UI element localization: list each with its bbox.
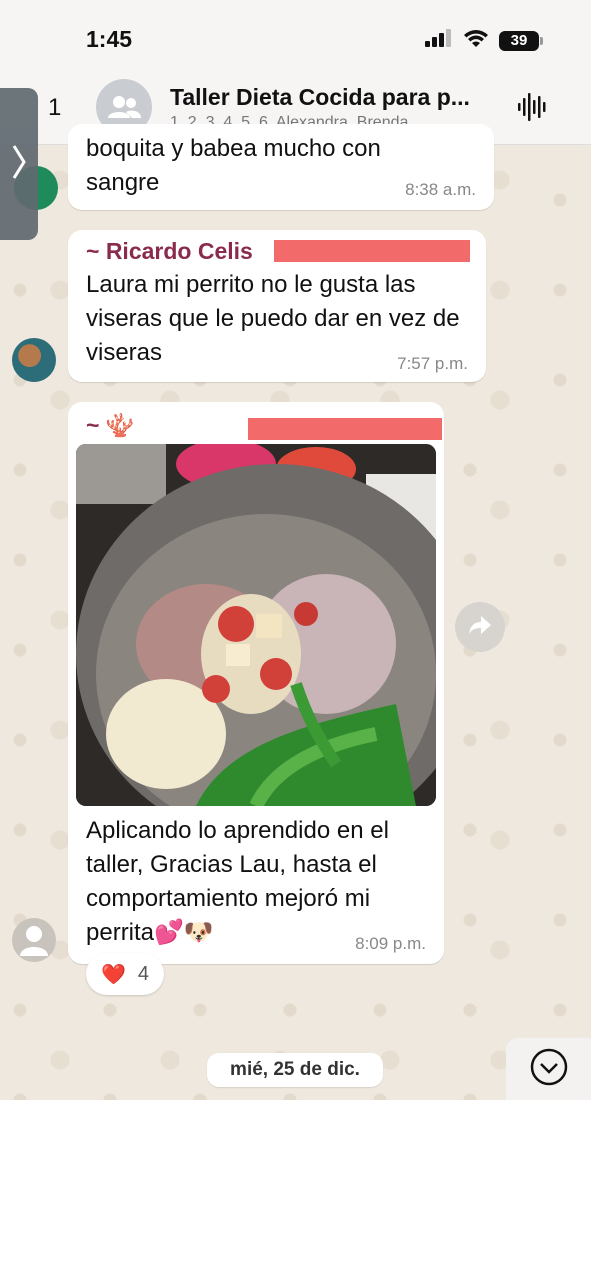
food-photo[interactable] [76, 444, 436, 806]
reaction-pill[interactable]: ❤️ 4 [86, 953, 164, 995]
side-panel-tab[interactable] [0, 88, 38, 240]
redaction-bar [274, 240, 470, 262]
wifi-icon [463, 28, 489, 53]
redaction-bar [248, 418, 442, 440]
reaction-count: 4 [137, 962, 150, 985]
status-time: 1:45 [86, 26, 133, 52]
forward-icon [467, 614, 493, 641]
chevron-right-icon [11, 142, 27, 187]
chevron-down-icon [530, 1048, 568, 1091]
message-time: 7:57 p.m. [397, 354, 468, 373]
message-bubble[interactable]: ~ 🪸 Aplicando lo aprendido en el taller,… [68, 402, 444, 964]
status-bar: 1:45 39 [0, 0, 591, 70]
forward-button[interactable] [455, 602, 505, 652]
sender-avatar[interactable] [12, 918, 56, 962]
date-separator: mié, 25 de dic. [207, 1053, 383, 1087]
message-bubble[interactable]: ~ Ricardo Celis Laura mi perrito no le g… [68, 230, 486, 382]
message-time: 8:09 p.m. [355, 934, 426, 953]
sender-avatar[interactable] [12, 338, 56, 382]
message-caption: Aplicando lo aprendido en el taller, Gra… [86, 817, 389, 946]
sender-name[interactable]: ~ Ricardo Celis [86, 238, 253, 265]
battery-icon: 39 [499, 30, 543, 51]
sender-name[interactable]: ~ 🪸 [86, 412, 134, 439]
message-text-line: sangre [86, 169, 160, 196]
status-icons: 39 [425, 28, 543, 53]
reaction-emoji: ❤️ [100, 963, 126, 986]
scroll-to-bottom-button[interactable] [506, 1038, 591, 1100]
signal-icon [425, 29, 453, 52]
message-time: 8:38 a.m. [405, 180, 476, 199]
